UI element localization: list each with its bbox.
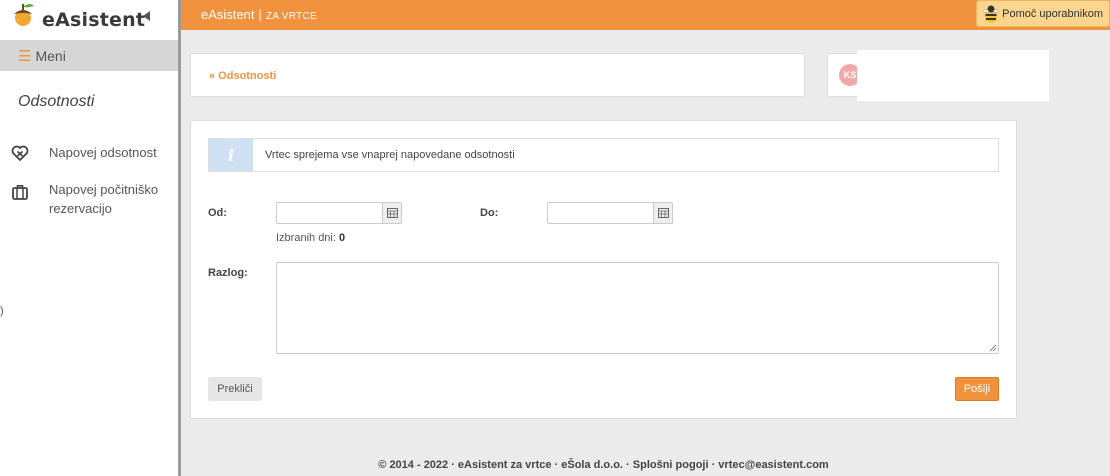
info-text: Vrtec sprejema vse vnaprej napovedane od… [265, 149, 515, 161]
footer: © 2014 - 2022 · eAsistent za vrtce · eŠo… [378, 459, 829, 471]
to-date-field[interactable] [547, 202, 673, 224]
brand-separator: | [258, 7, 262, 22]
cancel-button[interactable]: Prekliči [208, 377, 262, 401]
sidebar-item-napovej-odsotnost[interactable]: Napovej odsotnost [0, 143, 178, 163]
resize-handle-icon[interactable] [989, 344, 997, 352]
send-button[interactable]: Pošlji [955, 377, 999, 401]
heart-x-icon [10, 143, 30, 163]
reason-textarea[interactable] [276, 262, 999, 354]
hamburger-icon: ☰ [18, 47, 32, 65]
brand[interactable]: eAsistent | ZA VRTCE [201, 7, 317, 22]
collapse-sidebar-icon[interactable] [143, 11, 150, 21]
menu-label: Meni [35, 47, 66, 64]
selected-days-value: 0 [339, 232, 346, 244]
from-label: Od: [208, 207, 227, 219]
stray-glyph: ) [0, 305, 4, 317]
bee-icon [983, 5, 999, 23]
logo-text: eAsistent [42, 9, 146, 31]
info-icon: i [209, 139, 253, 171]
suitcase-icon [10, 182, 30, 202]
sidebar-item-napovej-rezervacijo[interactable]: Napovej počitniško rezervacijo [0, 180, 178, 218]
to-label: Do: [480, 207, 499, 219]
selected-days: Izbranih dni: 0 [276, 232, 345, 244]
brand-subtitle: ZA VRTCE [265, 11, 317, 22]
info-alert: i Vrtec sprejema vse vnaprej napovedane … [208, 138, 999, 172]
calendar-icon[interactable] [653, 203, 672, 223]
logo-row: eAsistent [0, 0, 178, 40]
sidebar-item-label: Napovej počitniško rezervacijo [49, 182, 159, 216]
from-date-field[interactable] [276, 202, 402, 224]
calendar-icon[interactable] [382, 203, 401, 223]
breadcrumb: « Odsotnosti [190, 53, 805, 97]
acorn-logo-icon [14, 4, 34, 26]
help-label: Pomoč uporabnikom [1002, 7, 1103, 20]
absence-form: i Vrtec sprejema vse vnaprej napovedane … [190, 120, 1017, 419]
sidebar-item-label: Napovej odsotnost [49, 145, 157, 160]
reason-label: Razlog: [208, 267, 248, 279]
redaction-mask [857, 50, 1049, 101]
section-title: Odsotnosti [18, 93, 95, 110]
selected-days-label: Izbranih dni: [276, 232, 336, 244]
help-button[interactable]: Pomoč uporabnikom [976, 0, 1110, 27]
sidebar: eAsistent ☰ Meni Odsotnosti Napovej odso… [0, 0, 181, 476]
top-bar: eAsistent | ZA VRTCE Pomoč uporabnikom [181, 0, 1110, 30]
menu-toggle[interactable]: ☰ Meni [0, 40, 178, 71]
brand-name: eAsistent [201, 7, 255, 22]
back-link[interactable]: « Odsotnosti [209, 70, 276, 82]
